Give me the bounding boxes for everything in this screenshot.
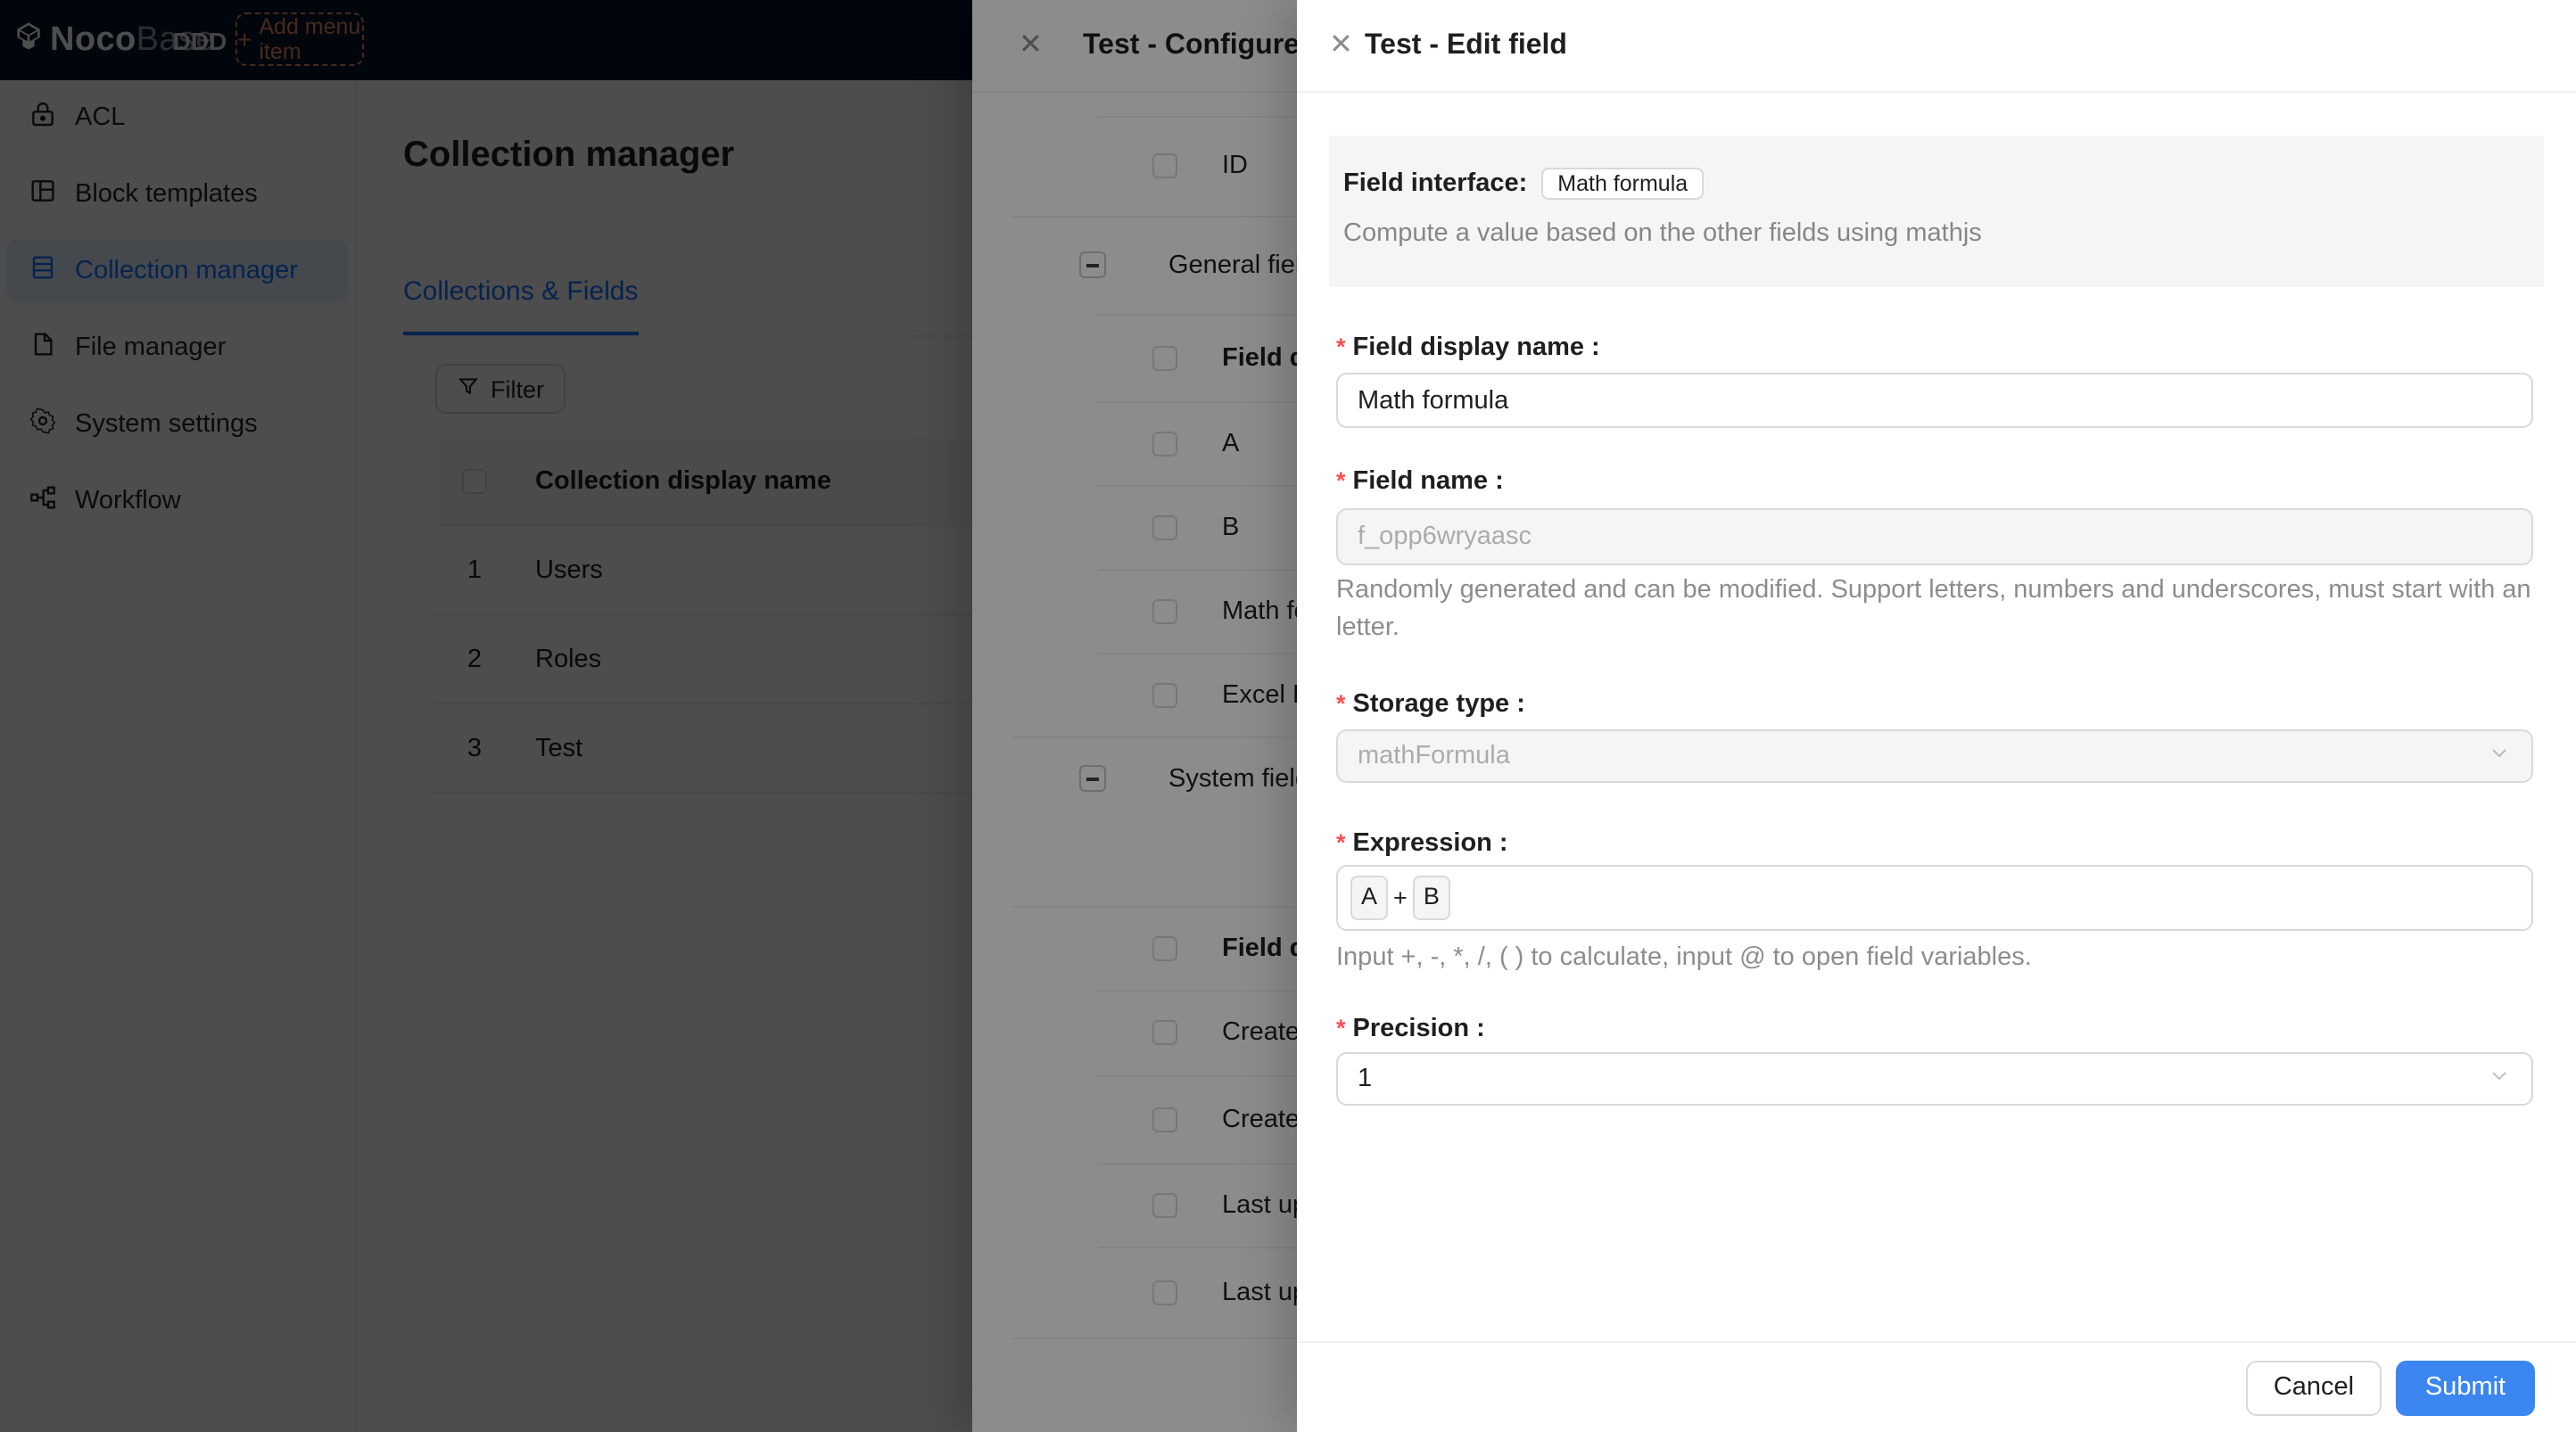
storage-type-select[interactable]: mathFormula [1336,729,2533,783]
expression-label: * Expression : [1336,829,1508,858]
precision-select[interactable]: 1 [1336,1052,2533,1106]
field-interface-description: Compute a value based on the other field… [1343,219,1982,248]
field-display-name-input[interactable]: Math formula [1336,373,2533,428]
field-name-input[interactable]: f_opp6wryaasc [1336,508,2533,565]
required-asterisk: * [1336,1015,1346,1041]
field-interface-label: Field interface: [1343,169,1528,198]
precision-label: * Precision : [1336,1015,1485,1043]
field-name-help-text: Randomly generated and can be modified. … [1336,576,2531,642]
submit-button[interactable]: Submit [2396,1360,2535,1415]
field-name-label: * Field name : [1336,467,1504,496]
cancel-button[interactable]: Cancel [2246,1360,2382,1415]
chevron-down-icon [2489,1065,2510,1093]
expression-tag-b[interactable]: B [1412,876,1450,920]
close-icon[interactable]: ✕ [1329,30,1353,60]
chevron-down-icon [2489,742,2510,770]
edit-field-drawer: ✕ Test - Edit field Field interface: Mat… [1297,0,2576,1432]
storage-type-label: * Storage type : [1336,690,1525,719]
drawer-footer: Cancel Submit [1297,1341,2576,1432]
required-asterisk: * [1336,690,1346,717]
drawer-header: ✕ Test - Edit field [1297,0,2576,93]
screen: NocoBase DDD + Add menu item ACL Block t… [0,0,2576,1432]
expression-tag-a[interactable]: A [1350,876,1389,920]
required-asterisk: * [1336,829,1346,856]
expression-operator: + [1393,885,1408,911]
field-interface-panel: Field interface: Math formula Compute a … [1329,136,2544,287]
field-display-name-label: * Field display name : [1336,333,1600,362]
field-interface-tag: Math formula [1541,168,1705,200]
expression-input[interactable]: A + B [1336,865,2533,931]
expression-help-text: Input +, -, *, /, ( ) to calculate, inpu… [1336,943,2032,972]
required-asterisk: * [1336,333,1346,360]
drawer-title: Test - Edit field [1365,29,1567,60]
required-asterisk: * [1336,467,1346,494]
